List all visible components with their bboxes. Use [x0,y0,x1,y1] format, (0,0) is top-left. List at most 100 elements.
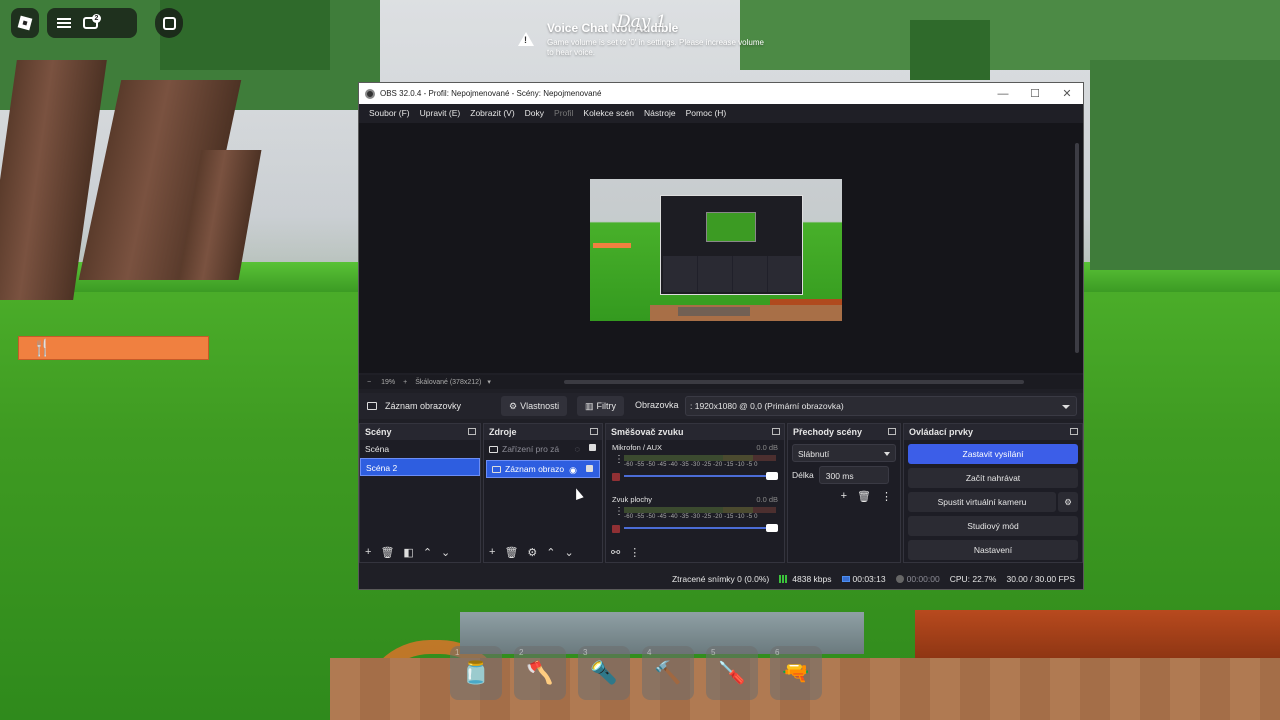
properties-button[interactable]: ⚙ Vlastnosti [501,396,568,416]
meter-scale: -60 -55 -50 -45 -40 -35 -30 -25 -20 -15 … [624,514,758,520]
menu-tools[interactable]: Nástroje [639,108,681,118]
camera-icon [489,445,498,453]
move-up-icon[interactable]: ⌃ [546,546,555,559]
source-item[interactable]: Zařízení pro zá ◌ [484,440,602,458]
gear-icon[interactable]: ⚙ [527,546,537,559]
trash-icon[interactable]: 🗑 [857,490,871,503]
menubar: Soubor (F) Upravit (E) Zobrazit (V) Doky… [359,104,1083,122]
add-icon[interactable]: + [841,490,847,503]
start-recording-button[interactable]: Začít nahrávat [908,468,1078,488]
minimize-button[interactable]: — [987,83,1019,104]
scale-mode[interactable]: Škálované (378x212) [415,379,481,386]
menu-edit[interactable]: Upravit (E) [415,108,466,118]
undock-icon[interactable] [468,428,476,435]
undock-icon[interactable] [888,428,896,435]
channel-db: 0.0 dB [756,495,778,504]
more-icon[interactable]: ⋮ [881,490,892,503]
record-icon [895,575,904,583]
hotbar-slot-revolver[interactable]: 6 🔫 [770,646,822,700]
screen-select[interactable]: : 1920x1080 @ 0,0 (Primární obrazovka) [685,396,1077,416]
hamburger-icon[interactable] [57,18,71,28]
scene-item-selected[interactable]: Scéna 2 [360,458,480,476]
chat-icon[interactable]: 2 [83,14,101,29]
source-toolbar: Záznam obrazovky ⚙ Vlastnosti ▥ Filtry O… [359,393,1083,419]
transition-select[interactable]: Slábnutí [792,444,896,462]
undock-icon[interactable] [1070,428,1078,435]
preview-canvas[interactable] [590,179,842,321]
transition-toolbar: + 🗑 ⋮ [788,484,900,503]
duration-input[interactable]: 300 ms [818,466,889,484]
hotbar-slot-hammer[interactable]: 4 🔨 [642,646,694,700]
menu-docks[interactable]: Doky [520,108,549,118]
preview-nested-obs [660,195,803,295]
close-button[interactable]: ✕ [1051,83,1083,104]
move-down-icon[interactable]: ⌄ [441,546,450,559]
hotbar-slot-tool[interactable]: 5 🪛 [706,646,758,700]
add-icon[interactable]: + [489,546,495,558]
backpack-button[interactable] [155,8,183,38]
menu-file[interactable]: Soubor (F) [364,108,415,118]
move-up-icon[interactable]: ⌃ [423,546,432,559]
bag-icon: 🫙 [462,660,490,685]
obs-titlebar[interactable]: OBS 32.0.4 - Profil: Nepojmenované - Scé… [359,83,1083,104]
zoom-value: 19% [381,378,396,386]
undock-icon[interactable] [772,428,780,435]
filter-icon[interactable]: ◧ [403,546,413,559]
volume-slider[interactable] [624,524,778,532]
filters-button[interactable]: ▥ Filtry [577,396,625,416]
more-icon[interactable]: ⋮ [629,546,640,559]
signal-icon [779,575,790,583]
roblox-logo-button[interactable] [11,8,39,38]
hidden-eye-icon[interactable]: ◌ [575,444,580,454]
start-virtual-camera-button[interactable]: Spustit virtuální kameru [908,492,1056,512]
zoom-out-button[interactable]: − [367,379,371,386]
channel-menu-icon[interactable]: ⋮ [614,507,624,517]
chat-badge: 2 [92,14,101,23]
maximize-button[interactable]: ☐ [1019,83,1051,104]
slot-number: 4 [647,648,652,657]
add-icon[interactable]: + [365,546,371,558]
lock-icon[interactable] [589,444,596,451]
fps: 30.00 / 30.00 FPS [1006,574,1075,584]
channel-name: Zvuk plochy [612,495,653,504]
duration-label: Délka [792,470,814,480]
move-down-icon[interactable]: ⌄ [565,546,574,559]
hotbar-slot-axe[interactable]: 2 🪓 [514,646,566,700]
zoom-in-button[interactable]: + [403,379,407,386]
gear-icon[interactable]: ⚙ [1058,492,1078,512]
mixer-header: Směšovač zvuku [606,424,784,440]
settings-button[interactable]: Nastavení [908,540,1078,560]
sources-toolbar: + 🗑 ⚙ ⌃ ⌄ [484,542,602,562]
mixer-toolbar: ⚯ ⋮ [606,542,784,562]
scene-item[interactable]: Scéna [360,440,480,458]
stream-time-item: 00:03:13 [841,574,886,584]
studio-mode-button[interactable]: Studiový mód [908,516,1078,536]
trash-icon[interactable]: 🗑 [380,546,394,559]
undock-icon[interactable] [590,428,598,435]
link-icon[interactable]: ⚯ [611,546,620,559]
menu-view[interactable]: Zobrazit (V) [465,108,519,118]
menu-help[interactable]: Pomoc (H) [681,108,732,118]
obs-window: OBS 32.0.4 - Profil: Nepojmenované - Scé… [358,82,1084,590]
menu-scene-collection[interactable]: Kolekce scén [578,108,639,118]
source-item-selected[interactable]: Záznam obrazo ◉ [486,460,600,478]
preview-horizontal-scrollbar[interactable] [564,380,1024,384]
volume-slider[interactable] [624,472,778,480]
roblox-menu-bar[interactable]: 2 [47,8,137,38]
monitor-icon [492,465,501,473]
scale-dropdown-icon[interactable]: ▾ [487,378,491,386]
eye-icon[interactable]: ◉ [569,465,577,476]
hotbar[interactable]: 1 🫙 2 🪓 3 🔦 4 🔨 5 🪛 6 🔫 [450,646,822,700]
hotbar-slot-flashlight[interactable]: 3 🔦 [578,646,630,700]
mute-icon[interactable] [612,473,620,481]
lock-icon[interactable] [586,465,593,472]
preview-vertical-scrollbar[interactable] [1075,143,1079,353]
trash-icon[interactable]: 🗑 [504,546,518,559]
preview-area[interactable] [359,123,1083,373]
channel-menu-icon[interactable]: ⋮ [614,455,624,465]
mute-icon[interactable] [612,525,620,533]
hotbar-slot-bag[interactable]: 1 🫙 [450,646,502,700]
menu-profile[interactable]: Profil [549,108,578,118]
sources-dock: Zdroje Zařízení pro zá ◌ Záznam obrazo ◉… [483,423,603,563]
stop-streaming-button[interactable]: Zastavit vysílání [908,444,1078,464]
